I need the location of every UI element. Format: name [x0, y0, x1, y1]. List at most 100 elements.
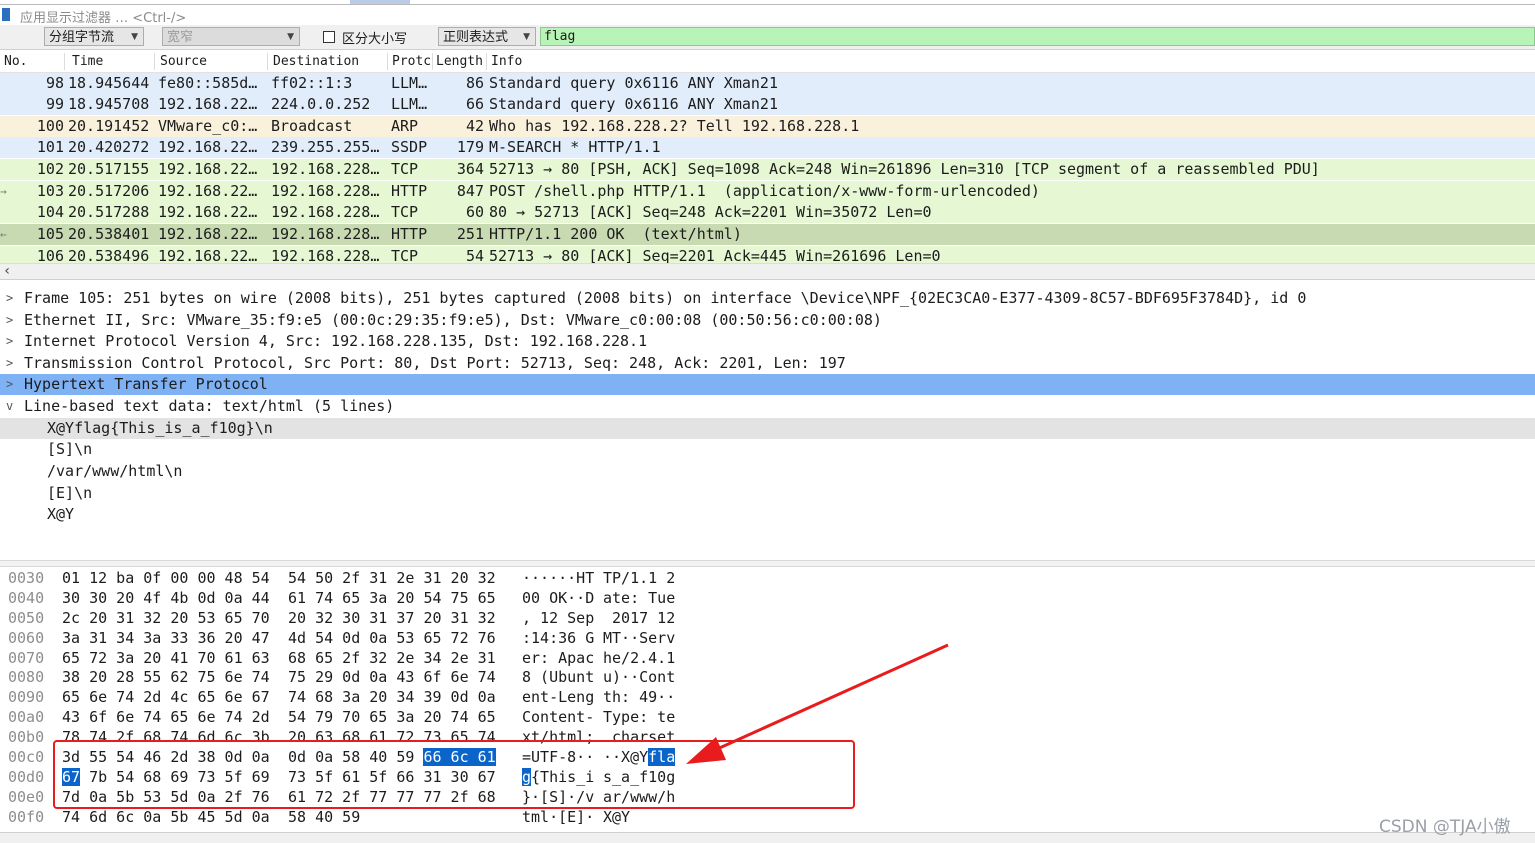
expand-icon[interactable]: >: [6, 374, 13, 395]
find-packet-bar: 分组字节流 ▼ 宽窄 ▼ 区分大小写 正则表达式 ▼ flag: [0, 25, 1535, 50]
packet-row[interactable]: 102 20.517155 192.168.22… 192.168.228… TCP 36…: [0, 159, 1535, 180]
packet-list-header: No. Time Source Destination Protc Length…: [0, 51, 1535, 73]
hex-bytes: 74 68 3a 20 34 39 0d 0a: [288, 688, 496, 706]
packet-row[interactable]: 104 20.517288 192.168.22… 192.168.228… TCP 60…: [0, 202, 1535, 223]
hex-bytes: 54 50 2f 31 2e 31 20 32: [288, 569, 496, 587]
detail-text: X@Yflag{This_is_a_f10g}\n: [47, 419, 273, 437]
hex-row[interactable]: 00a0 43 6f 6e 74 65 6e 74 2d 54 79 70 65 3…: [0, 707, 1535, 727]
detail-frame[interactable]: > Frame 105: 251 bytes on wire (2008 bits…: [0, 288, 1535, 309]
hex-row[interactable]: 0080 38 20 28 55 62 75 6e 74 75 29 0d 0a 4…: [0, 667, 1535, 687]
packet-length: 54: [465, 247, 484, 263]
scroll-left-icon[interactable]: ‹: [3, 263, 11, 279]
hex-ascii: X@Y: [603, 808, 631, 826]
find-input[interactable]: flag: [540, 27, 1535, 46]
packet-info: Who has 192.168.228.2? Tell 192.168.228.…: [489, 117, 860, 135]
detail-ethernet[interactable]: > Ethernet II, Src: VMware_35:f9:e5 (00:0…: [0, 310, 1535, 331]
highlight-box: [53, 740, 855, 809]
hex-row[interactable]: 0030 01 12 ba 0f 00 00 48 54 54 50 2f 31 2…: [0, 568, 1535, 588]
detail-child-line[interactable]: [E]\n: [0, 483, 1535, 504]
expand-icon[interactable]: >: [6, 288, 13, 309]
hex-ascii: tml·[E]·: [522, 808, 595, 826]
charset-select[interactable]: 宽窄 ▼: [162, 27, 300, 46]
hex-offset: 0090: [8, 688, 45, 706]
col-no[interactable]: No.: [4, 51, 27, 72]
expand-icon[interactable]: >: [6, 353, 13, 374]
packet-row[interactable]: 98 18.945644 fe80::585d… ff02::1:3 LLM… 86 Sta…: [0, 73, 1535, 94]
hex-row[interactable]: 0040 30 30 20 4f 4b 0d 0a 44 61 74 65 3a 2…: [0, 588, 1535, 608]
detail-http[interactable]: > Hypertext Transfer Protocol: [0, 374, 1535, 395]
case-sensitive-label: 区分大小写: [342, 32, 408, 47]
collapse-icon[interactable]: v: [6, 396, 13, 417]
packet-info: HTTP/1.1 200 OK (text/html): [489, 225, 742, 243]
hex-offset: 00c0: [8, 748, 45, 766]
hex-offset: 0040: [8, 589, 45, 607]
detail-text: Frame 105: 251 bytes on wire (2008 bits)…: [24, 289, 1307, 307]
hex-bytes: 20 32 30 31 37 20 31 32: [288, 609, 496, 627]
col-info[interactable]: Info: [491, 51, 522, 72]
search-type-select[interactable]: 正则表达式 ▼: [438, 27, 536, 46]
detail-child-line[interactable]: X@Yflag{This_is_a_f10g}\n: [0, 418, 1535, 439]
detail-child-line[interactable]: X@Y: [0, 504, 1535, 525]
hex-bytes: 75 29 0d 0a 43 6f 6e 74: [288, 668, 496, 686]
hex-offset: 0050: [8, 609, 45, 627]
hex-ascii: 2017 12: [603, 609, 676, 627]
detail-line-based-text[interactable]: v Line-based text data: text/html (5 line…: [0, 396, 1535, 417]
hex-bytes: 43 6f 6e 74 65 6e 74 2d: [62, 708, 270, 726]
hex-offset: 00d0: [8, 768, 45, 786]
packet-row[interactable]: 100 20.191452 VMware_c0:… Broadcast ARP 42 Who…: [0, 116, 1535, 137]
hex-row[interactable]: 0060 3a 31 34 3a 33 36 20 47 4d 54 0d 0a 5…: [0, 628, 1535, 648]
bookmark-icon[interactable]: [2, 8, 10, 21]
hex-offset: 00a0: [8, 708, 45, 726]
detail-text: [E]\n: [47, 484, 93, 502]
detail-text: /var/www/html\n: [47, 462, 183, 480]
packet-info: Standard query 0x6116 ANY Xman21: [489, 95, 778, 113]
detail-tcp[interactable]: > Transmission Control Protocol, Src Port…: [0, 353, 1535, 374]
detail-text: X@Y: [47, 505, 75, 523]
hex-row[interactable]: 0070 65 72 3a 20 41 70 61 63 68 65 2f 32 2…: [0, 648, 1535, 668]
packet-info: Standard query 0x6116 ANY Xman21: [489, 74, 778, 92]
hex-row[interactable]: 00f0 74 6d 6c 0a 5b 45 5d 0a 58 40 59 tml·[…: [0, 807, 1535, 827]
hex-offset: 0070: [8, 649, 45, 667]
col-protocol[interactable]: Protc: [392, 51, 431, 72]
col-destination[interactable]: Destination: [273, 51, 359, 72]
packet-info: 80 → 52713 [ACK] Seq=248 Ack=2201 Win=35…: [489, 203, 932, 221]
hex-row[interactable]: 0050 2c 20 31 32 20 53 65 70 20 32 30 31 3…: [0, 608, 1535, 628]
packet-length: 86: [465, 74, 484, 92]
packet-row[interactable]: 106 20.538496 192.168.22… 192.168.228… TCP 54…: [0, 246, 1535, 263]
detail-child-line[interactable]: [S]\n: [0, 439, 1535, 460]
hex-offset: 00e0: [8, 788, 45, 806]
search-in-select[interactable]: 分组字节流 ▼: [44, 27, 144, 46]
detail-text: Ethernet II, Src: VMware_35:f9:e5 (00:0c…: [24, 311, 882, 329]
hex-ascii: he/2.4.1: [603, 649, 676, 667]
packet-length: 364: [456, 160, 484, 178]
detail-child-line[interactable]: /var/www/html\n: [0, 461, 1535, 482]
col-source[interactable]: Source: [160, 51, 207, 72]
expand-icon[interactable]: >: [6, 331, 13, 352]
hex-row[interactable]: 0090 65 6e 74 2d 4c 65 6e 67 74 68 3a 20 3…: [0, 687, 1535, 707]
display-filter-input[interactable]: 应用显示过滤器 … <Ctrl-/>: [20, 7, 186, 26]
packet-length: 42: [465, 117, 484, 135]
hex-ascii: TP/1.1 2: [603, 569, 676, 587]
detail-ip[interactable]: > Internet Protocol Version 4, Src: 192.1…: [0, 331, 1535, 352]
col-time[interactable]: Time: [72, 51, 103, 72]
hex-ascii: , 12 Sep: [522, 609, 595, 627]
hex-bytes: 54 79 70 65 3a 20 74 65: [288, 708, 496, 726]
display-filter-bar[interactable]: 应用显示过滤器 … <Ctrl-/>: [0, 4, 1535, 26]
hex-offset: 0030: [8, 569, 45, 587]
hex-ascii: ate: Tue: [603, 589, 676, 607]
hex-ascii: 8 (Ubunt: [522, 668, 595, 686]
packet-row[interactable]: 101 20.420272 192.168.22… 239.255.255… SSDP 1…: [0, 137, 1535, 158]
hex-ascii: ······HT: [522, 569, 595, 587]
packet-length: 60: [465, 203, 484, 221]
pane-splitter[interactable]: [0, 560, 1535, 567]
hex-offset: 00b0: [8, 728, 45, 746]
hex-bytes: 38 20 28 55 62 75 6e 74: [62, 668, 270, 686]
col-length[interactable]: Length: [436, 51, 483, 72]
packet-row-selected[interactable]: ← 105 20.538401 192.168.22… 192.168.228… HTTP…: [0, 224, 1535, 245]
packet-row[interactable]: 99 18.945708 192.168.22… 224.0.0.252 LLM… 66 S…: [0, 94, 1535, 115]
packet-length: 847: [456, 182, 484, 200]
expand-icon[interactable]: >: [6, 310, 13, 331]
packet-row[interactable]: → 103 20.517206 192.168.22… 192.168.228… HTTP…: [0, 181, 1535, 202]
case-sensitive-checkbox[interactable]: [323, 31, 335, 43]
packet-list-scrollbar[interactable]: ‹: [0, 263, 1535, 280]
